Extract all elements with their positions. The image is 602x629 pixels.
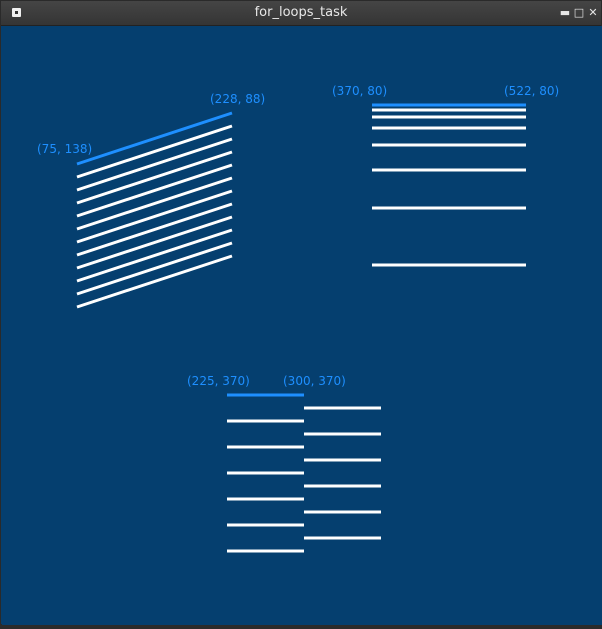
fan-line [76, 124, 233, 179]
label-fan-start: (75, 138) [37, 142, 92, 156]
fan-line-highlight [76, 111, 233, 166]
label-stairs-right: (300, 370) [283, 374, 346, 388]
fan-line [76, 254, 233, 309]
label-comb-start: (370, 80) [332, 84, 387, 98]
window-title: for_loops_task [254, 5, 348, 20]
app-window: for_loops_task ▬ □ ✕ (75, 138) (228, 88)… [0, 0, 602, 625]
fan-line [76, 215, 233, 270]
fan-line [76, 176, 233, 231]
fan-line [76, 150, 233, 205]
fan-line [76, 241, 233, 296]
drawing-canvas: (75, 138) (228, 88) (370, 80) (522, 80) … [2, 26, 602, 625]
label-fan-end: (228, 88) [210, 92, 265, 106]
close-button[interactable]: ✕ [585, 5, 601, 21]
label-comb-end: (522, 80) [504, 84, 559, 98]
label-stairs-left: (225, 370) [187, 374, 250, 388]
canvas-svg: (75, 138) (228, 88) (370, 80) (522, 80) … [37, 84, 559, 553]
fan-line [76, 137, 233, 192]
fan-line [76, 202, 233, 257]
fan-line [76, 228, 233, 283]
fan-line [76, 163, 233, 218]
line-group [76, 103, 526, 553]
title-bar[interactable]: for_loops_task ▬ □ ✕ [1, 1, 601, 26]
fan-line [76, 189, 233, 244]
